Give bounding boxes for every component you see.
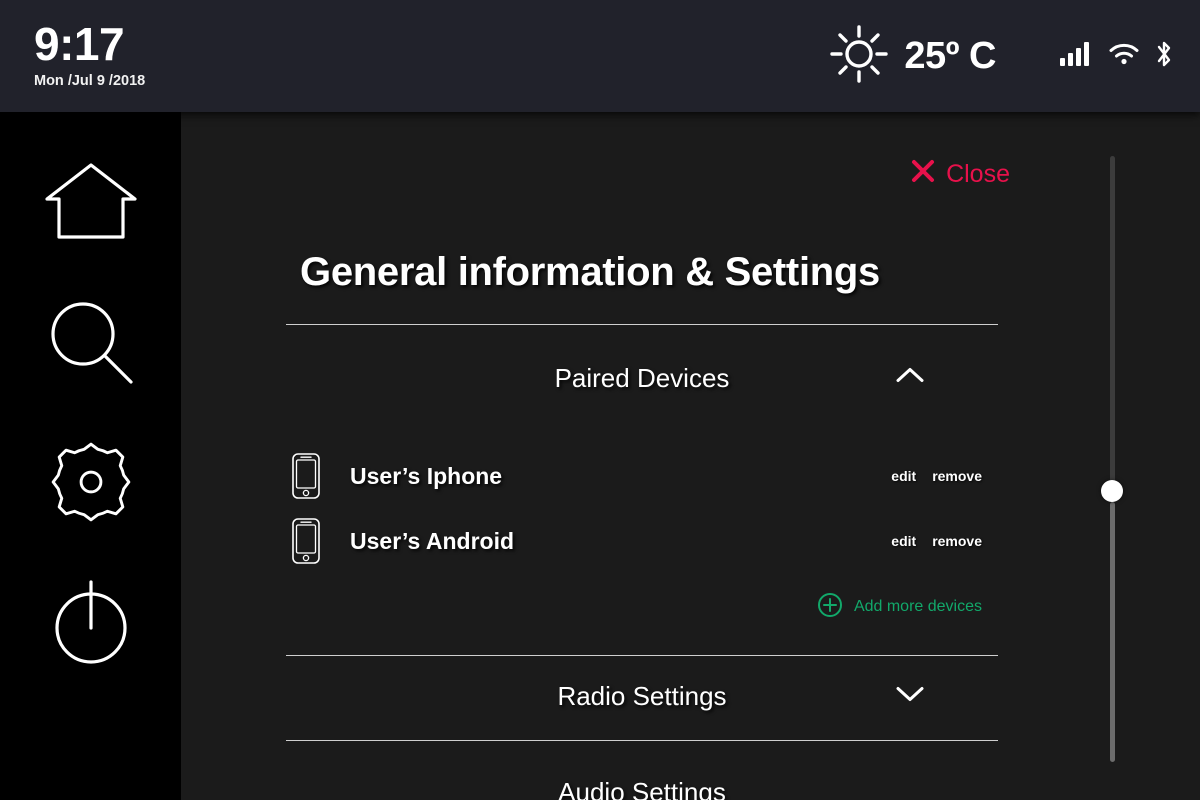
circle-plus-icon	[817, 592, 843, 623]
remove-button[interactable]: remove	[932, 468, 982, 484]
section-title-radio-settings: Radio Settings	[557, 681, 727, 711]
divider-top	[286, 324, 998, 325]
gear-icon	[48, 439, 134, 530]
bluetooth-icon	[1154, 39, 1174, 74]
section-header-audio-settings[interactable]: Audio Settings	[286, 770, 998, 800]
clock-time: 9:17	[34, 18, 125, 70]
chevron-down-icon	[894, 684, 926, 709]
power-icon	[47, 576, 135, 673]
chevron-up-icon	[894, 366, 926, 391]
status-indicators: 25º C	[828, 0, 1174, 112]
infotainment-screen: 9:17 Mon /Jul 9 /2018 25º C Close Genera…	[0, 0, 1200, 800]
settings-panel: Close General information & Settings Pai…	[181, 112, 1200, 800]
wifi-icon	[1108, 42, 1140, 71]
scrollbar-track-lower[interactable]	[1110, 502, 1115, 762]
divider-middle	[286, 655, 998, 656]
table-row[interactable]: User’s Iphone edit remove	[286, 447, 998, 505]
home-icon	[43, 161, 139, 248]
add-more-devices-button[interactable]: Add more devices	[286, 590, 998, 624]
add-more-devices-label: Add more devices	[853, 598, 982, 615]
scrollbar[interactable]	[1101, 144, 1123, 769]
sidebar-item-settings[interactable]	[36, 414, 146, 554]
clock-date: Mon /Jul 9 /2018	[34, 73, 146, 89]
row-actions: edit remove	[891, 468, 998, 484]
sidebar-nav	[0, 112, 181, 800]
section-title-audio-settings: Audio Settings	[558, 777, 726, 800]
sun-icon	[828, 23, 890, 90]
row-actions: edit remove	[891, 533, 998, 549]
sidebar-item-power[interactable]	[36, 554, 146, 694]
phone-icon	[286, 517, 326, 565]
scrollbar-track-upper[interactable]	[1110, 156, 1115, 491]
close-label: Close	[946, 159, 1010, 188]
status-bar: 9:17 Mon /Jul 9 /2018 25º C	[0, 0, 1200, 112]
section-title-paired-devices: Paired Devices	[554, 363, 730, 393]
sidebar-item-search[interactable]	[36, 274, 146, 414]
weather-group: 25º C	[828, 23, 996, 90]
edit-button[interactable]: edit	[891, 533, 916, 549]
edit-button[interactable]: edit	[891, 468, 916, 484]
section-header-radio-settings[interactable]: Radio Settings	[286, 674, 998, 718]
divider-bottom	[286, 740, 998, 741]
cellular-signal-icon	[1060, 41, 1094, 71]
device-name: User’s Android	[350, 527, 515, 554]
remove-button[interactable]: remove	[932, 533, 982, 549]
scrollbar-thumb[interactable]	[1101, 480, 1123, 502]
sidebar-item-home[interactable]	[36, 134, 146, 274]
clock-block: 9:17 Mon /Jul 9 /2018	[34, 18, 146, 90]
phone-icon	[286, 452, 326, 500]
table-row[interactable]: User’s Android edit remove	[286, 512, 998, 570]
close-x-icon	[911, 159, 935, 188]
page-title: General information & Settings	[300, 250, 880, 294]
search-icon	[45, 296, 137, 393]
close-button[interactable]: Close	[911, 159, 1010, 188]
section-header-paired-devices[interactable]: Paired Devices	[286, 356, 998, 400]
device-name: User’s Iphone	[350, 462, 503, 489]
temperature-reading: 25º C	[904, 35, 996, 77]
radio-indicators	[1060, 39, 1174, 74]
